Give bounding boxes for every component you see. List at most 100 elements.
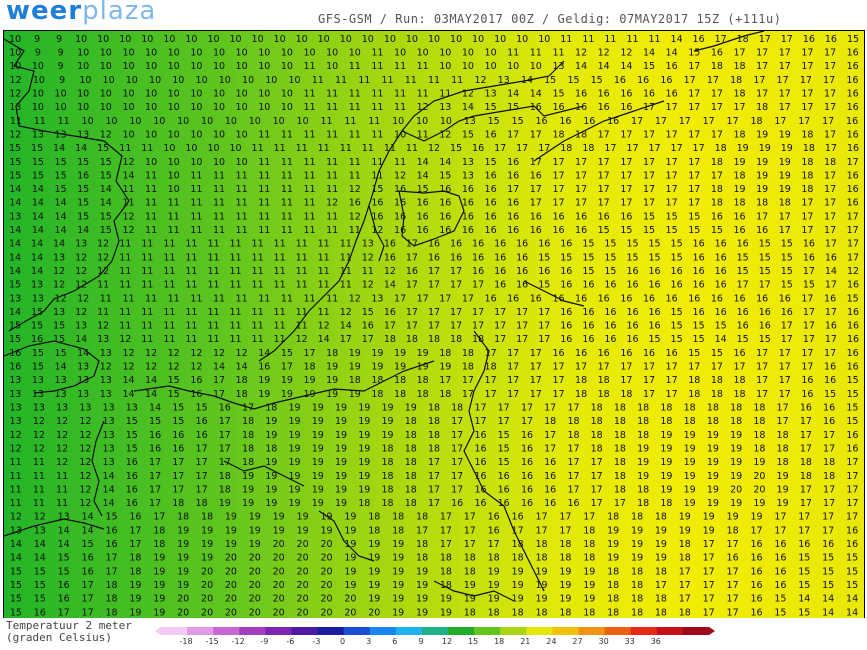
temperature-value: 17: [451, 430, 463, 441]
temperature-value: 16: [258, 362, 270, 373]
temperature-value: 14: [439, 157, 451, 168]
temperature-value: 19: [637, 444, 649, 455]
temperature-value: 15: [604, 239, 616, 250]
temperature-value: 12: [349, 184, 361, 195]
temperature-value: 18: [177, 512, 189, 523]
temperature-value: 11: [274, 239, 286, 250]
temperature-value: 18: [535, 553, 547, 564]
temperature-value: 11: [122, 198, 134, 209]
temperature-value: 15: [846, 553, 858, 564]
temperature-value: 19: [344, 539, 356, 550]
temperature-value: 18: [750, 116, 762, 127]
temperature-value: 19: [153, 594, 165, 605]
temperature-value: 17: [472, 280, 484, 291]
temperature-value: 10: [9, 48, 21, 59]
temperature-value: 11: [163, 334, 175, 345]
temperature-value: 15: [846, 566, 858, 577]
temperature-value: 14: [822, 607, 834, 618]
temperature-value: 20: [225, 607, 237, 618]
temperature-value: 18: [583, 607, 595, 618]
temperature-value: 10: [440, 116, 452, 127]
temperature-value: 16: [349, 198, 361, 209]
temperature-value: 17: [643, 170, 655, 181]
temperature-value: 19: [312, 498, 324, 509]
temperature-value: 11: [371, 61, 383, 72]
legend-title: Temperatuur 2 meter (graden Celsius): [6, 620, 132, 644]
temperature-value: 19: [488, 566, 500, 577]
temperature-value: 10: [77, 48, 89, 59]
temperature-value: 14: [122, 375, 134, 386]
temperature-value: 14: [145, 389, 157, 400]
temperature-value: 19: [440, 607, 452, 618]
temperature-value: 14: [32, 184, 44, 195]
temperature-value: 19: [416, 580, 428, 591]
temperature-value: 19: [660, 444, 672, 455]
temperature-value: 11: [362, 266, 374, 277]
temperature-value: 16: [560, 307, 572, 318]
temperature-value: 16: [620, 89, 632, 100]
temperature-value: 16: [544, 457, 556, 468]
temperature-value: 17: [559, 512, 571, 523]
temperature-value: 18: [368, 525, 380, 536]
temperature-value: 12: [296, 334, 308, 345]
temperature-value: 10: [145, 102, 157, 113]
temperature-value: 16: [516, 239, 528, 250]
temperature-value: 16: [149, 430, 161, 441]
logo-text-weer: weer: [6, 0, 83, 26]
temperature-value: 17: [530, 198, 542, 209]
temperature-value: 15: [737, 252, 749, 263]
temperature-value: 16: [715, 280, 727, 291]
temperature-value: 10: [288, 75, 300, 86]
temperature-value: 17: [485, 375, 497, 386]
temperature-value: 17: [538, 143, 550, 154]
temperature-value: 19: [779, 130, 791, 141]
temperature-value: 12: [97, 266, 109, 277]
temperature-value: 17: [655, 580, 667, 591]
temperature-value: 17: [535, 512, 547, 523]
temperature-value: 14: [103, 484, 115, 495]
temperature-value: 17: [552, 157, 564, 168]
temperature-value: 16: [462, 198, 474, 209]
temperature-value: 19: [559, 566, 571, 577]
temperature-value: 11: [33, 498, 45, 509]
temperature-value: 19: [777, 471, 789, 482]
temperature-value: 16: [846, 75, 858, 86]
temperature-value: 15: [560, 252, 572, 263]
temperature-value: 15: [643, 61, 655, 72]
temperature-value: 18: [416, 553, 428, 564]
temperature-value: 17: [779, 48, 791, 59]
temperature-value: 16: [494, 280, 506, 291]
legend-tick-label: 36: [650, 637, 661, 646]
temperature-value: 18: [153, 539, 165, 550]
temperature-value: 10: [318, 34, 330, 45]
temperature-value: 10: [77, 102, 89, 113]
temperature-value: 18: [583, 525, 595, 536]
temperature-value: 17: [105, 553, 117, 564]
temperature-value: 15: [58, 553, 70, 564]
temperature-value: 16: [126, 471, 138, 482]
temperature-value: 19: [707, 484, 719, 495]
temperature-value: 14: [82, 512, 94, 523]
temperature-value: 15: [604, 266, 616, 277]
temperature-value: 15: [711, 348, 723, 359]
temperature-value: 11: [190, 293, 202, 304]
temperature-value: 20: [225, 566, 237, 577]
temperature-value: 16: [58, 580, 70, 591]
temperature-value: 11: [141, 334, 153, 345]
temperature-value: 18: [733, 61, 745, 72]
legend-tick-label: 24: [546, 637, 557, 646]
temperature-value: 17: [406, 307, 418, 318]
temperature-value: 14: [258, 348, 270, 359]
temperature-value: 15: [417, 184, 429, 195]
temperature-value: 15: [737, 334, 749, 345]
temperature-value: 19: [655, 525, 667, 536]
legend-tick-label: 3: [366, 637, 372, 646]
temperature-value: 19: [707, 498, 719, 509]
temperature-value: 17: [538, 307, 550, 318]
temperature-value: 16: [575, 102, 587, 113]
weerplaza-logo[interactable]: weerplaza: [6, 0, 156, 26]
temperature-value: 18: [823, 471, 835, 482]
temperature-value: 10: [32, 89, 44, 100]
temperature-value: 12: [122, 225, 134, 236]
temperature-value: 11: [296, 280, 308, 291]
